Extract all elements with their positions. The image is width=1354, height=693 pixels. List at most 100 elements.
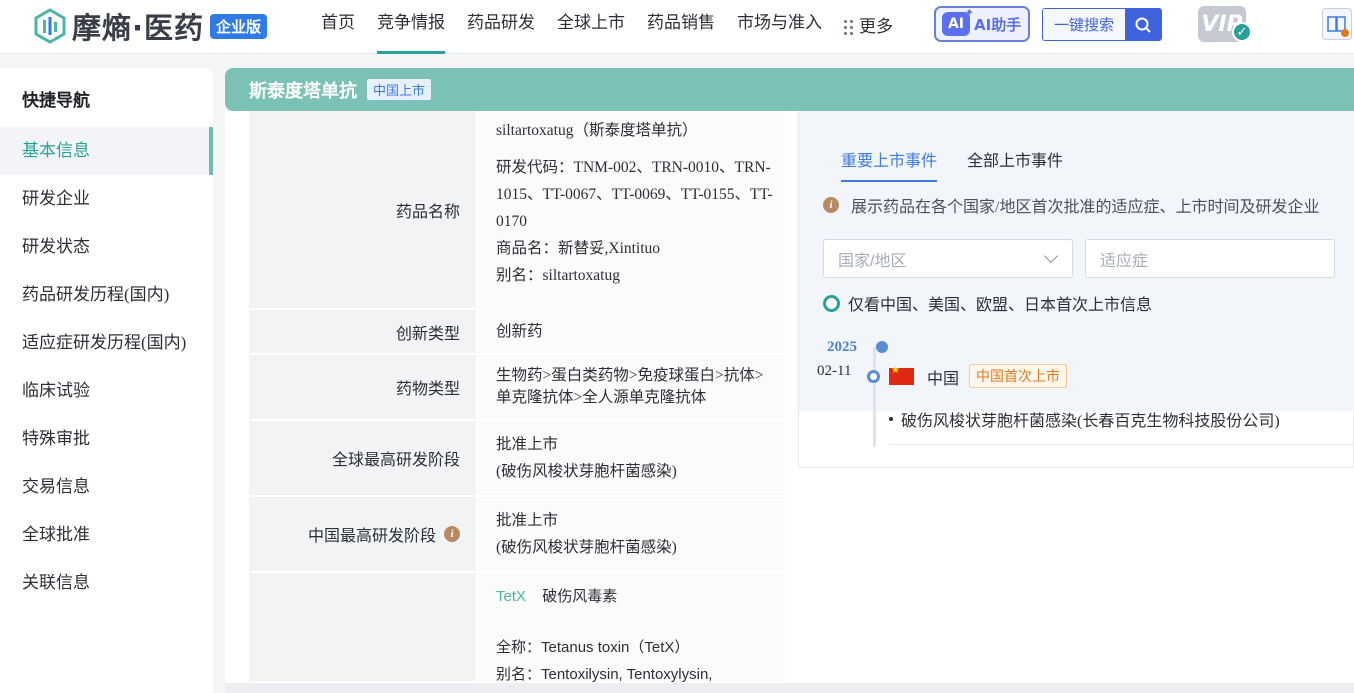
radio-icon[interactable] <box>823 294 840 312</box>
info-icon[interactable]: i <box>444 526 460 542</box>
indication-input-placeholder: 适应症 <box>1100 252 1149 270</box>
value-global-stage: 批准上市 (破伤风梭状芽胞杆菌感染) <box>478 421 785 497</box>
row-drug-type: 药物类型 生物药>蛋白类药物>免疫球蛋白>抗体>单克隆抗体>全人源单克隆抗体 <box>249 355 785 421</box>
ai-sparkle-icon: AI <box>942 6 974 36</box>
top-bar: 摩熵·医药 企业版 首页 竞争情报 药品研发 全球上市 药品销售 市场与准入 更… <box>0 0 1354 54</box>
value-china-stage: 批准上市 (破伤风梭状芽胞杆菌感染) <box>478 497 785 573</box>
nav-more-label: 更多 <box>859 17 893 36</box>
launch-hint-text: 展示药品在各个国家/地区首次批准的适应症、上市时间及研发企业 <box>851 199 1320 216</box>
china-flag-icon <box>889 365 914 385</box>
value-target: TetX 破伤风毒素 全称：Tetanus toxin（TetX） 别名：Ten… <box>478 573 785 683</box>
launch-hint: i 展示药品在各个国家/地区首次批准的适应症、上市时间及研发企业 <box>823 193 1319 217</box>
ai-assistant-button[interactable]: AI AI助手 <box>934 6 1030 42</box>
market-status-badge: 中国上市 <box>367 79 432 100</box>
nav-global-launch[interactable]: 全球上市 <box>546 0 636 54</box>
row-target: TetX 破伤风毒素 全称：Tetanus toxin（TetX） 别名：Ten… <box>249 573 785 683</box>
major-markets-filter[interactable]: 仅看中国、美国、欧盟、日本首次上市信息 <box>823 291 1152 315</box>
target-fullname: 全称：Tetanus toxin（TetX） <box>496 639 690 656</box>
main-nav: 首页 竞争情报 药品研发 全球上市 药品销售 市场与准入 更多 <box>310 0 904 54</box>
value-innovation-type: 创新药 <box>478 310 785 355</box>
china-stage-label: 中国最高研发阶段 <box>307 528 436 545</box>
timeline-line <box>873 347 876 447</box>
nav-more[interactable]: 更多 <box>833 0 904 54</box>
china-stage-status: 批准上市 <box>496 512 559 529</box>
sidebar-item-clinical-trials[interactable]: 临床试验 <box>0 367 213 415</box>
label-china-stage: 中国最高研发阶段 i <box>249 497 476 573</box>
launch-timeline: 2025 02-11 中国 中国首次上市 破伤风梭状芽胞杆菌感染(长春百克生物科… <box>799 333 1354 468</box>
label-target <box>249 573 476 683</box>
value-drug-name: siltartoxatug（斯泰度塔单抗） 研发代码：TNM-002、TRN-0… <box>478 111 785 310</box>
drug-inn-name: siltartoxatug（斯泰度塔单抗） <box>496 122 698 139</box>
edition-badge: 企业版 <box>210 13 268 39</box>
nav-market-access[interactable]: 市场与准入 <box>726 0 833 54</box>
first-launch-tag: 中国首次上市 <box>969 364 1067 388</box>
sidebar-item-rd-status[interactable]: 研发状态 <box>0 223 213 271</box>
indication-input[interactable]: 适应症 <box>1085 239 1335 278</box>
grid-dots-icon <box>844 19 853 35</box>
nav-drug-sales[interactable]: 药品销售 <box>636 0 726 54</box>
row-global-stage: 全球最高研发阶段 批准上市 (破伤风梭状芽胞杆菌感染) <box>249 421 785 497</box>
label-innovation-type: 创新类型 <box>249 310 476 355</box>
launch-events-panel: 重要上市事件 全部上市事件 i 展示药品在各个国家/地区首次批准的适应症、上市时… <box>798 111 1354 468</box>
logo-mark-icon <box>32 8 68 44</box>
value-drug-type: 生物药>蛋白类药物>免疫球蛋白>抗体>单克隆抗体>全人源单克隆抗体 <box>478 355 785 421</box>
drug-title: 斯泰度塔单抗 <box>249 80 357 101</box>
timeline-year-dot <box>876 341 888 353</box>
tab-all-launch-events[interactable]: 全部上市事件 <box>967 147 1063 182</box>
timeline-date: 02-11 <box>817 363 852 379</box>
timeline-divider <box>889 444 1354 445</box>
one-click-search[interactable]: 一键搜索 <box>1042 8 1162 41</box>
nav-competitive-intel[interactable]: 竞争情报 <box>366 0 456 54</box>
sidebar-item-drug-rd-history[interactable]: 药品研发历程(国内) <box>0 271 213 319</box>
ai-assistant-label: AI助手 <box>974 15 1022 34</box>
drug-codes: 研发代码：TNM-002、TRN-0010、TRN-1015、TT-0067、T… <box>496 159 773 230</box>
sidebar-list: 基本信息 研发企业 研发状态 药品研发历程(国内) 适应症研发历程(国内) 临床… <box>0 127 213 607</box>
row-china-stage: 中国最高研发阶段 i 批准上市 (破伤风梭状芽胞杆菌感染) <box>249 497 785 573</box>
label-drug-name: 药品名称 <box>249 111 476 310</box>
book-icon[interactable] <box>1322 8 1352 40</box>
bullet-icon <box>889 417 893 421</box>
event-country: 中国 <box>927 371 960 388</box>
target-header: TetX 破伤风毒素 <box>496 583 773 610</box>
nav-home[interactable]: 首页 <box>310 0 366 54</box>
event-detail-text: 破伤风梭状芽胞杆菌感染(长春百克生物科技股份公司) <box>901 413 1280 430</box>
event-detail: 破伤风梭状芽胞杆菌感染(长春百克生物科技股份公司) <box>889 407 1280 431</box>
global-stage-indication: (破伤风梭状芽胞杆菌感染) <box>496 463 677 480</box>
drug-trade-name: 商品名：新替妥,Xintituo <box>496 240 661 257</box>
check-icon: ✓ <box>1232 22 1252 42</box>
sidebar-item-basic-info[interactable]: 基本信息 <box>0 127 213 175</box>
row-innovation-type: 创新类型 创新药 <box>249 310 785 355</box>
label-global-stage: 全球最高研发阶段 <box>249 421 476 497</box>
sidebar-item-related-info[interactable]: 关联信息 <box>0 559 213 607</box>
sidebar-item-global-approval[interactable]: 全球批准 <box>0 511 213 559</box>
sidebar-item-deals[interactable]: 交易信息 <box>0 463 213 511</box>
target-name: 破伤风毒素 <box>542 588 618 605</box>
search-icon[interactable] <box>1125 9 1161 40</box>
sidebar-title: 快捷导航 <box>22 91 90 110</box>
vip-status[interactable]: VIP ✓ <box>1198 6 1254 42</box>
horizontal-scrollbar[interactable] <box>225 683 1354 693</box>
region-select-placeholder: 国家/地区 <box>838 252 907 270</box>
info-icon: i <box>823 197 839 213</box>
nav-drug-rd[interactable]: 药品研发 <box>456 0 546 54</box>
drug-header: 斯泰度塔单抗 中国上市 <box>225 68 1354 111</box>
region-select[interactable]: 国家/地区 <box>823 239 1073 278</box>
timeline-event-dot <box>867 370 880 383</box>
brand-logo[interactable]: 摩熵·医药 企业版 <box>32 6 268 46</box>
global-stage-status: 批准上市 <box>496 436 559 453</box>
logo-text: 摩熵·医药 <box>72 11 205 45</box>
sidebar-item-rd-company[interactable]: 研发企业 <box>0 175 213 223</box>
row-drug-name: 药品名称 siltartoxatug（斯泰度塔单抗） 研发代码：TNM-002、… <box>249 111 785 310</box>
sidebar-item-special-approval[interactable]: 特殊审批 <box>0 415 213 463</box>
label-drug-type: 药物类型 <box>249 355 476 421</box>
major-markets-label: 仅看中国、美国、欧盟、日本首次上市信息 <box>848 297 1153 314</box>
timeline-year: 2025 <box>827 339 857 355</box>
chevron-down-icon <box>1043 248 1059 264</box>
sidebar-item-indication-history[interactable]: 适应症研发历程(国内) <box>0 319 213 367</box>
quick-nav-sidebar: 快捷导航 基本信息 研发企业 研发状态 药品研发历程(国内) 适应症研发历程(国… <box>0 68 213 693</box>
china-stage-indication: (破伤风梭状芽胞杆菌感染) <box>496 539 677 556</box>
tab-key-launch-events[interactable]: 重要上市事件 <box>841 147 938 182</box>
drug-alias: 别名：siltartoxatug <box>496 267 620 284</box>
one-click-search-label[interactable]: 一键搜索 <box>1043 9 1125 40</box>
target-code-link[interactable]: TetX <box>496 588 526 605</box>
